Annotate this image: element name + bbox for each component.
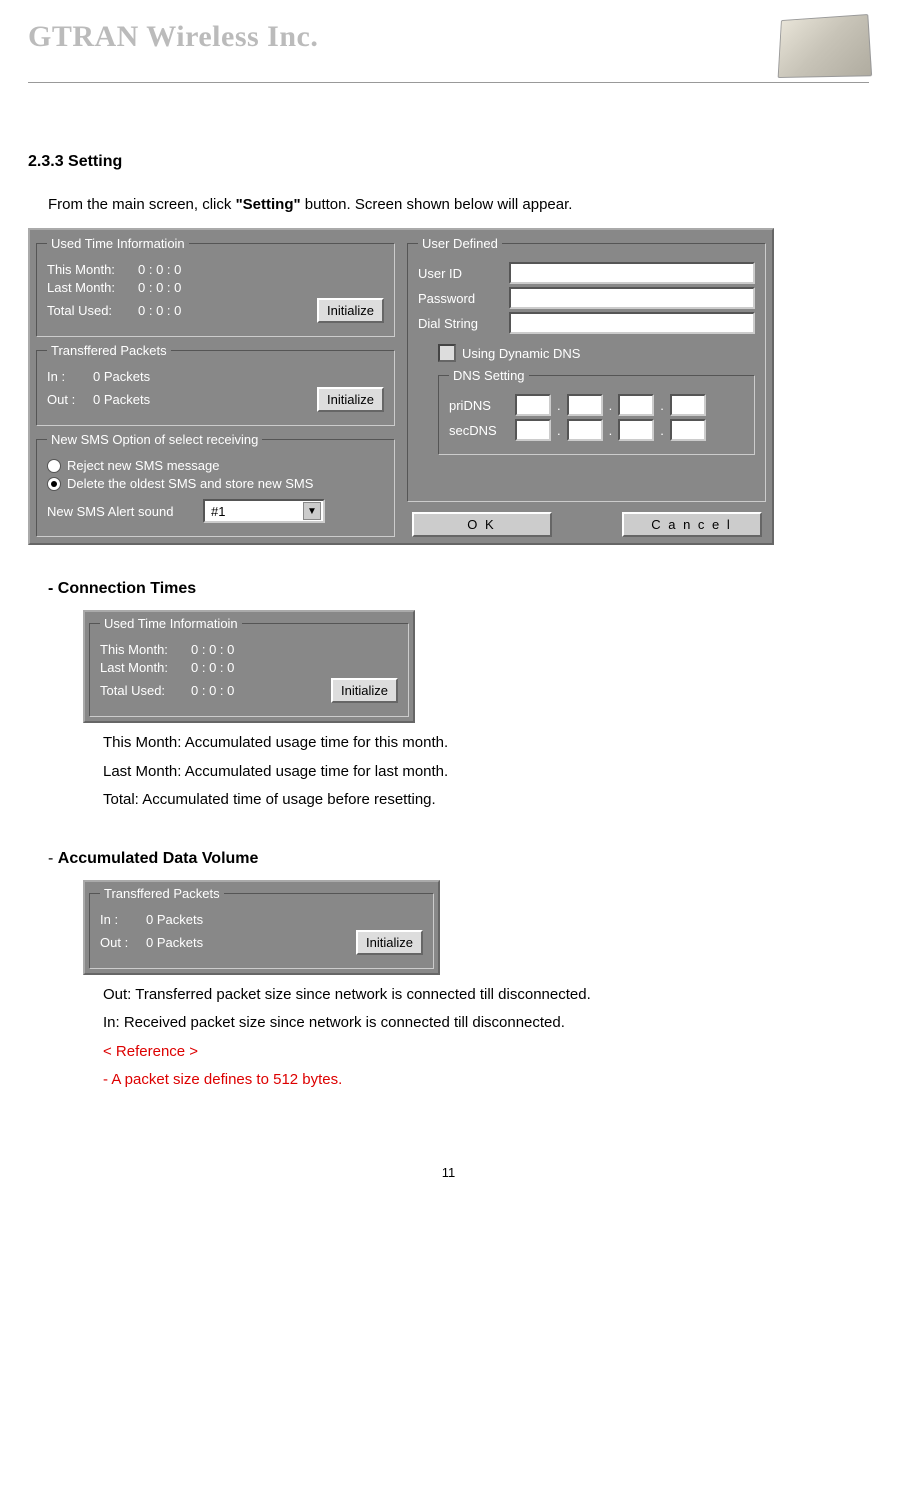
connection-times-desc: This Month: Accumulated usage time for t… (103, 729, 869, 815)
total-used-label: Total Used: (47, 303, 132, 318)
used-time-group-small: Used Time Informatioin This Month: 0 : 0 … (89, 616, 409, 717)
connection-times-heading: - Connection Times (48, 580, 869, 598)
chevron-down-icon: ▼ (303, 502, 321, 520)
initialize-time-button[interactable]: Initialize (317, 298, 384, 323)
this-month-value-s: 0 : 0 : 0 (191, 642, 234, 657)
dv-prefix: - (48, 850, 58, 867)
radio-icon (47, 459, 61, 473)
data-volume-heading: - Accumulated Data Volume (48, 850, 869, 868)
page-number: 11 (28, 1165, 869, 1180)
dynamic-dns-checkbox[interactable] (438, 344, 456, 362)
sms-reject-label: Reject new SMS message (67, 458, 219, 473)
dns-setting-group: DNS Setting priDNS . . . secDNS . . . (438, 368, 755, 455)
alert-sound-value: #1 (211, 504, 225, 519)
intro-bold: "Setting" (236, 196, 301, 213)
intro-pre: From the main screen, click (48, 196, 236, 213)
company-name: GTRAN Wireless Inc. (28, 20, 318, 64)
out-value-s: 0 Packets (146, 935, 203, 950)
dv-ref: < Reference > (103, 1038, 869, 1067)
out-label: Out : (47, 392, 87, 407)
password-label: Password (418, 291, 503, 306)
in-label-s: In : (100, 912, 140, 927)
ct-this-month: This Month: Accumulated usage time for t… (103, 729, 869, 758)
used-time-small-legend: Used Time Informatioin (100, 616, 242, 631)
total-used-label-s: Total Used: (100, 683, 185, 698)
in-value-s: 0 Packets (146, 912, 203, 927)
pridns-label: priDNS (449, 398, 509, 413)
initialize-time-button-small[interactable]: Initialize (331, 678, 398, 703)
secdns-octet-4[interactable] (670, 419, 706, 441)
sms-option-group: New SMS Option of select receiving Rejec… (36, 432, 395, 537)
initialize-packets-button-small[interactable]: Initialize (356, 930, 423, 955)
last-month-label-s: Last Month: (100, 660, 185, 675)
last-month-value: 0 : 0 : 0 (138, 280, 181, 295)
alert-sound-label: New SMS Alert sound (47, 504, 197, 519)
pridns-octet-4[interactable] (670, 394, 706, 416)
user-id-label: User ID (418, 266, 503, 281)
out-value: 0 Packets (93, 392, 150, 407)
out-label-s: Out : (100, 935, 140, 950)
dv-out: Out: Transferred packet size since netwo… (103, 981, 869, 1010)
initialize-packets-button[interactable]: Initialize (317, 387, 384, 412)
password-input[interactable] (509, 287, 755, 309)
intro-text: From the main screen, click "Setting" bu… (48, 196, 869, 213)
user-id-input[interactable] (509, 262, 755, 284)
network-card-image (778, 14, 873, 78)
secdns-label: secDNS (449, 423, 509, 438)
dialog-footer-buttons: O K C a n c e l (407, 512, 766, 537)
secdns-octet-1[interactable] (515, 419, 551, 441)
user-defined-legend: User Defined (418, 236, 502, 251)
dv-packet-def: - A packet size defines to 512 bytes. (103, 1066, 869, 1095)
used-time-group: Used Time Informatioin This Month: 0 : 0 … (36, 236, 395, 337)
connection-times-dialog: Used Time Informatioin This Month: 0 : 0 … (83, 610, 415, 723)
this-month-label-s: This Month: (100, 642, 185, 657)
data-volume-dialog: Transffered Packets In : 0 Packets Out : 0… (83, 880, 440, 975)
packets-legend: Transffered Packets (47, 343, 171, 358)
data-volume-desc: Out: Transferred packet size since netwo… (103, 981, 869, 1095)
used-time-legend: Used Time Informatioin (47, 236, 189, 251)
dns-legend: DNS Setting (449, 368, 529, 383)
sms-delete-oldest-option[interactable]: Delete the oldest SMS and store new SMS (47, 476, 384, 491)
dv-in: In: Received packet size since network i… (103, 1009, 869, 1038)
packets-group: Transffered Packets In : 0 Packets Out : 0… (36, 343, 395, 426)
in-value: 0 Packets (93, 369, 150, 384)
pridns-octet-1[interactable] (515, 394, 551, 416)
radio-icon-selected (47, 477, 61, 491)
secdns-octet-2[interactable] (567, 419, 603, 441)
dynamic-dns-label: Using Dynamic DNS (462, 346, 580, 361)
packets-small-legend: Transffered Packets (100, 886, 224, 901)
dial-string-input[interactable] (509, 312, 755, 334)
packets-group-small: Transffered Packets In : 0 Packets Out : 0… (89, 886, 434, 969)
last-month-label: Last Month: (47, 280, 132, 295)
dial-string-label: Dial String (418, 316, 503, 331)
last-month-value-s: 0 : 0 : 0 (191, 660, 234, 675)
ct-total: Total: Accumulated time of usage before … (103, 786, 869, 815)
sms-legend: New SMS Option of select receiving (47, 432, 262, 447)
this-month-value: 0 : 0 : 0 (138, 262, 181, 277)
pridns-octet-2[interactable] (567, 394, 603, 416)
cancel-button[interactable]: C a n c e l (622, 512, 762, 537)
user-defined-group: User Defined User ID Password Dial Strin… (407, 236, 766, 502)
dialog-right-column: User Defined User ID Password Dial Strin… (407, 236, 766, 537)
this-month-label: This Month: (47, 262, 132, 277)
ok-button[interactable]: O K (412, 512, 552, 537)
total-used-value-s: 0 : 0 : 0 (191, 683, 234, 698)
page-header: GTRAN Wireless Inc. (28, 20, 869, 83)
sms-reject-option[interactable]: Reject new SMS message (47, 458, 384, 473)
dialog-left-column: Used Time Informatioin This Month: 0 : 0 … (36, 236, 395, 537)
section-heading: 2.3.3 Setting (28, 153, 869, 171)
settings-dialog: Used Time Informatioin This Month: 0 : 0 … (28, 228, 774, 545)
ct-last-month: Last Month: Accumulated usage time for l… (103, 758, 869, 787)
secdns-octet-3[interactable] (618, 419, 654, 441)
sms-delete-label: Delete the oldest SMS and store new SMS (67, 476, 313, 491)
dv-bold: Accumulated Data Volume (58, 850, 259, 867)
in-label: In : (47, 369, 87, 384)
total-used-value: 0 : 0 : 0 (138, 303, 181, 318)
pridns-octet-3[interactable] (618, 394, 654, 416)
intro-post: button. Screen shown below will appear. (301, 196, 573, 213)
alert-sound-select[interactable]: #1 ▼ (203, 499, 325, 523)
